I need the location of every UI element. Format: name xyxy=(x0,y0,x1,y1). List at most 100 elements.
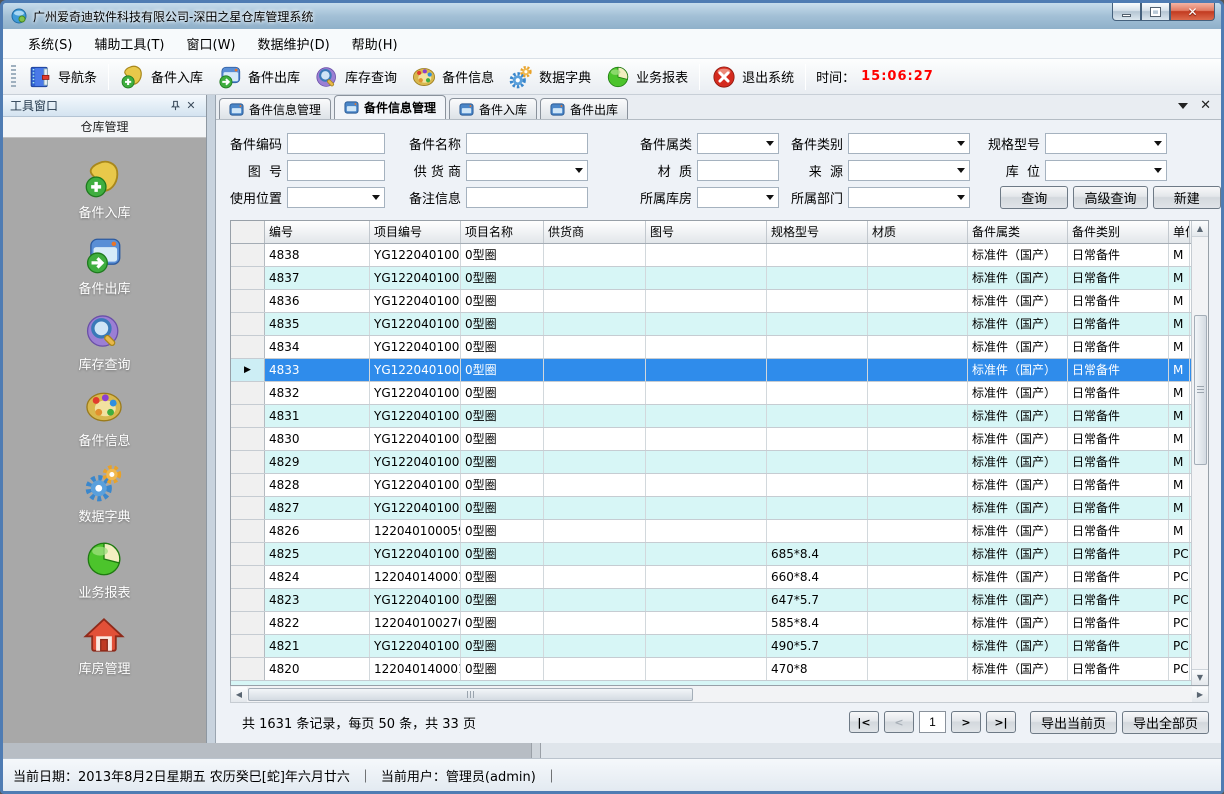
advanced-query-button[interactable]: 高级查询 xyxy=(1073,186,1147,209)
toolbar-button[interactable]: 库存查询 xyxy=(307,62,404,92)
toolbar-button[interactable]: 退出系统 xyxy=(704,62,801,92)
sidebar-item[interactable]: 库存查询 xyxy=(78,310,130,373)
combo-field[interactable] xyxy=(848,160,970,181)
column-header[interactable]: 备件类别 xyxy=(1068,221,1169,243)
column-header[interactable]: 规格型号 xyxy=(767,221,868,243)
text-input[interactable] xyxy=(467,134,587,153)
new-button[interactable]: 新建 xyxy=(1153,186,1221,209)
scroll-right-icon[interactable]: ▶ xyxy=(1192,687,1208,702)
menu-item[interactable]: 系统(S) xyxy=(17,30,83,57)
combo-field[interactable] xyxy=(1045,160,1167,181)
table-row[interactable]: 482012204014000130型圈470*8标准件（国产）日常备件PC xyxy=(231,658,1191,681)
text-input[interactable] xyxy=(467,188,587,207)
menu-item[interactable]: 帮助(H) xyxy=(341,30,409,57)
table-row[interactable]: 4827YG122040100820型圈标准件（国产）日常备件M xyxy=(231,497,1191,520)
toolbar-button[interactable]: 备件出库 xyxy=(210,62,307,92)
table-row[interactable]: 4829YG122040100840型圈标准件（国产）日常备件M xyxy=(231,451,1191,474)
table-row[interactable]: 4821YG122040100790型圈490*5.7标准件（国产）日常备件PC xyxy=(231,635,1191,658)
menu-item[interactable]: 窗口(W) xyxy=(176,30,247,57)
query-button[interactable]: 查询 xyxy=(1000,186,1068,209)
combo-field[interactable] xyxy=(466,160,588,181)
combo-field[interactable] xyxy=(848,133,970,154)
last-page-button[interactable]: >| xyxy=(986,711,1016,733)
table-row[interactable]: 4831YG122040100860型圈标准件（国产）日常备件M xyxy=(231,405,1191,428)
tab[interactable]: 备件信息管理 xyxy=(334,95,446,119)
toolbar-button[interactable]: 数据字典 xyxy=(501,62,598,92)
toolbar-button[interactable]: 业务报表 xyxy=(598,62,695,92)
table-row[interactable]: 4835YG122040100900型圈标准件（国产）日常备件M xyxy=(231,313,1191,336)
combo-field[interactable] xyxy=(848,187,970,208)
toolbar-button[interactable]: 导航条 xyxy=(20,62,104,92)
table-row[interactable]: 4823YG122040100800型圈647*5.7标准件（国产）日常备件PC xyxy=(231,589,1191,612)
table-row[interactable]: 4834YG122040100890型圈标准件（国产）日常备件M xyxy=(231,336,1191,359)
menu-item[interactable]: 辅助工具(T) xyxy=(83,30,175,57)
table-row[interactable]: 482412204014000120型圈660*8.4标准件（国产）日常备件PC xyxy=(231,566,1191,589)
tab-close-icon[interactable]: ✕ xyxy=(1200,100,1211,112)
table-row[interactable]: 4836YG122040100910型圈标准件（国产）日常备件M xyxy=(231,290,1191,313)
combo-dropdown-button[interactable] xyxy=(368,189,383,206)
column-header[interactable]: 图号 xyxy=(646,221,767,243)
table-row[interactable]: 4828YG122040100830型圈标准件（国产）日常备件M xyxy=(231,474,1191,497)
next-page-button[interactable]: > xyxy=(951,711,981,733)
sidebar-item[interactable]: 备件出库 xyxy=(78,234,130,297)
horizontal-scrollbar[interactable]: ◀ ▶ xyxy=(230,686,1209,703)
pin-icon[interactable] xyxy=(167,98,183,114)
sidebar-item[interactable]: 备件入库 xyxy=(78,158,130,221)
column-header[interactable]: 单位 xyxy=(1169,221,1190,243)
scroll-down-icon[interactable]: ▼ xyxy=(1192,669,1209,685)
band-splitter[interactable] xyxy=(531,743,541,758)
combo-field[interactable] xyxy=(1045,133,1167,154)
combo-field[interactable] xyxy=(697,187,779,208)
maximize-button[interactable] xyxy=(1141,3,1170,21)
vertical-scrollbar[interactable]: ▲ ▼ xyxy=(1191,221,1208,685)
column-header[interactable]: 项目编号 xyxy=(370,221,461,243)
text-input[interactable] xyxy=(698,161,778,180)
tab-list-dropdown-icon[interactable] xyxy=(1178,103,1188,109)
combo-dropdown-button[interactable] xyxy=(571,162,586,179)
close-button[interactable]: ✕ xyxy=(1170,3,1215,21)
scroll-left-icon[interactable]: ◀ xyxy=(231,687,247,702)
combo-dropdown-button[interactable] xyxy=(762,135,777,152)
combo-dropdown-button[interactable] xyxy=(1150,135,1165,152)
tab[interactable]: 备件入库 xyxy=(449,98,537,119)
table-row[interactable]: 4837YG122040100920型圈标准件（国产）日常备件M xyxy=(231,267,1191,290)
column-header[interactable]: 备件属类 xyxy=(968,221,1068,243)
combo-field[interactable] xyxy=(287,187,385,208)
combo-field[interactable] xyxy=(697,133,779,154)
table-row[interactable]: 4830YG122040100850型圈标准件（国产）日常备件M xyxy=(231,428,1191,451)
scroll-up-icon[interactable]: ▲ xyxy=(1192,221,1209,237)
text-input[interactable] xyxy=(288,134,384,153)
column-header[interactable]: 材质 xyxy=(868,221,968,243)
table-row[interactable]: ▶4833YG122040100880型圈标准件（国产）日常备件M xyxy=(231,359,1191,382)
prev-page-button[interactable]: < xyxy=(884,711,914,733)
first-page-button[interactable]: |< xyxy=(849,711,879,733)
vertical-scroll-thumb[interactable] xyxy=(1194,315,1207,465)
sidebar-splitter[interactable] xyxy=(207,95,215,743)
sidebar-item[interactable]: 库房管理 xyxy=(78,614,130,677)
horizontal-scroll-thumb[interactable] xyxy=(248,688,693,701)
minimize-button[interactable] xyxy=(1112,3,1141,21)
toolbar-button[interactable]: 备件信息 xyxy=(404,62,501,92)
sidebar-item[interactable]: 业务报表 xyxy=(78,538,130,601)
sidebar-item[interactable]: 备件信息 xyxy=(78,386,130,449)
page-number-input[interactable] xyxy=(919,711,946,733)
combo-dropdown-button[interactable] xyxy=(762,189,777,206)
combo-dropdown-button[interactable] xyxy=(953,135,968,152)
combo-dropdown-button[interactable] xyxy=(953,162,968,179)
table-row[interactable]: 4832YG122040100870型圈标准件（国产）日常备件M xyxy=(231,382,1191,405)
tab[interactable]: 备件出库 xyxy=(540,98,628,119)
toolbar-button[interactable]: 备件入库 xyxy=(113,62,210,92)
combo-dropdown-button[interactable] xyxy=(1150,162,1165,179)
combo-dropdown-button[interactable] xyxy=(953,189,968,206)
tab[interactable]: 备件信息管理 xyxy=(219,98,331,119)
column-header[interactable]: 编号 xyxy=(265,221,370,243)
column-header[interactable]: 项目名称 xyxy=(461,221,544,243)
table-row[interactable]: 4825YG122040100810型圈685*8.4标准件（国产）日常备件PC xyxy=(231,543,1191,566)
column-header[interactable]: 供货商 xyxy=(544,221,646,243)
export-current-page-button[interactable]: 导出当前页 xyxy=(1030,711,1117,734)
sidebar-close-icon[interactable]: ✕ xyxy=(183,98,199,114)
table-row[interactable]: 4838YG122040100930型圈标准件（国产）日常备件M xyxy=(231,244,1191,267)
text-input[interactable] xyxy=(288,161,384,180)
sidebar-item[interactable]: 数据字典 xyxy=(78,462,130,525)
toolbar-grip[interactable] xyxy=(11,65,16,89)
